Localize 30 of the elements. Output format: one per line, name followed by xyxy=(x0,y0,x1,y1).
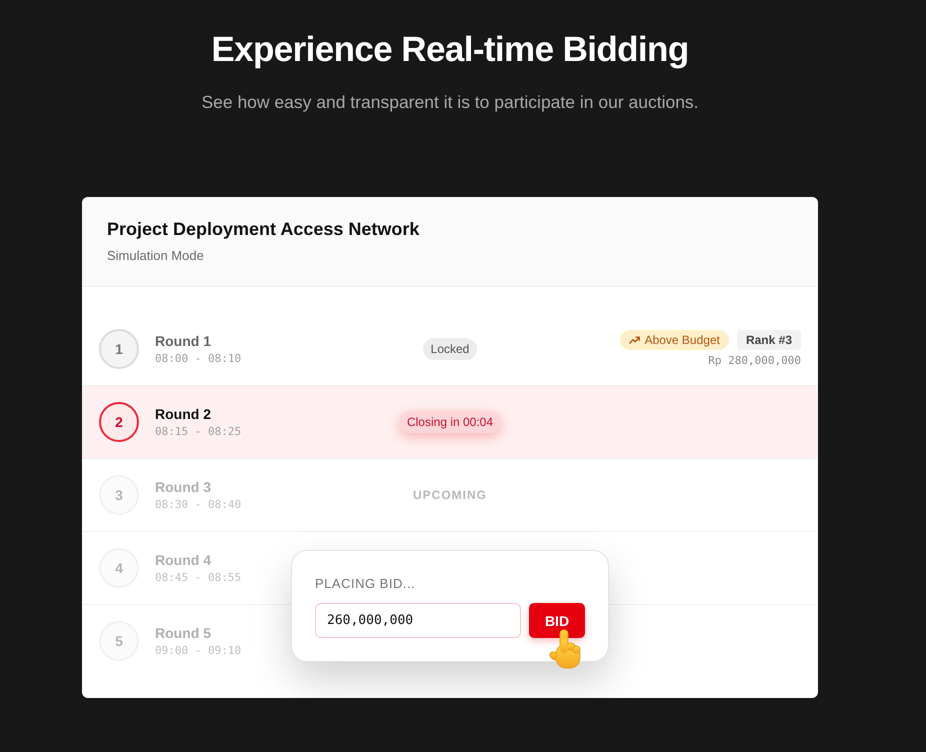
round-time: 08:15 - 08:25 xyxy=(155,425,242,439)
round-time: 08:30 - 08:40 xyxy=(155,498,242,512)
trend-up-icon xyxy=(628,336,640,344)
round-title: Round 5 xyxy=(155,624,212,642)
bid-button[interactable]: BID xyxy=(529,603,585,638)
round-title: Round 4 xyxy=(155,551,212,569)
rank-badge: Rank #3 xyxy=(736,330,801,350)
popup-label: PLACING BID... xyxy=(315,575,416,593)
round-number: 4 xyxy=(99,548,139,588)
status-label: UPCOMING xyxy=(413,488,487,502)
countdown-badge: Closing in 00:04 xyxy=(398,411,502,433)
round-number: 5 xyxy=(99,621,139,661)
pointing-hand-icon xyxy=(547,629,583,669)
project-title: Project Deployment Access Network xyxy=(107,218,420,241)
status-badge: Locked xyxy=(422,338,478,360)
page-subtitle: See how easy and transparent it is to participate in our auctions. xyxy=(200,91,700,114)
round-time: 08:45 - 08:55 xyxy=(155,571,242,585)
round-title: Round 2 xyxy=(155,405,212,423)
bid-amount-field[interactable]: 260,000,000 xyxy=(315,603,521,638)
round-number: 1 xyxy=(99,328,139,368)
round-number: 3 xyxy=(99,475,139,515)
round-number: 2 xyxy=(99,402,139,442)
round-title: Round 3 xyxy=(155,478,212,496)
round-title: Round 1 xyxy=(155,332,212,350)
round-time: 08:00 - 08:10 xyxy=(155,352,242,366)
round-time: 09:00 - 09:10 xyxy=(155,644,242,658)
mode-label: Simulation Mode xyxy=(107,247,205,265)
badge-text: Above Budget xyxy=(644,332,720,346)
bid-amount: Rp 280,000,000 xyxy=(708,354,801,368)
page-title: Experience Real-time Bidding xyxy=(210,29,690,71)
